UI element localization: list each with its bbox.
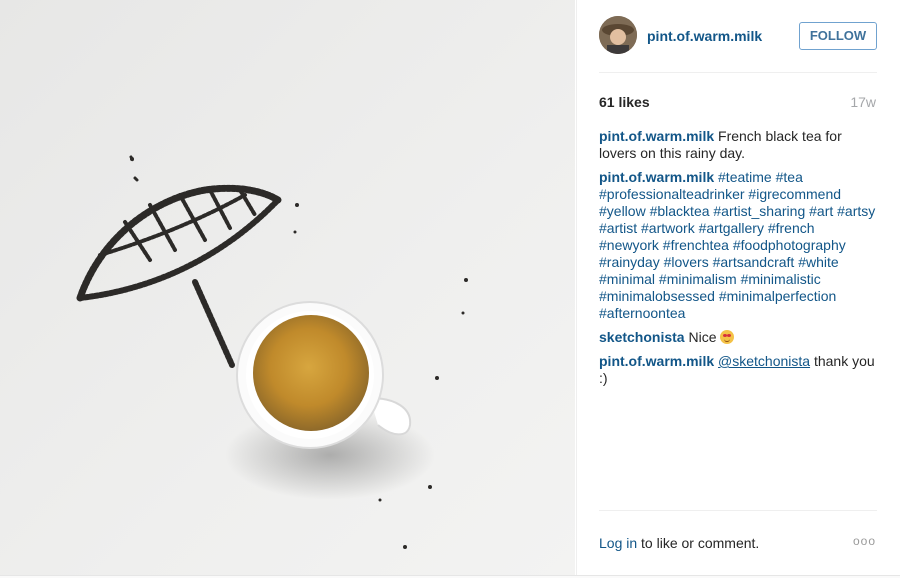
login-prompt-text: to like or comment. (641, 535, 760, 551)
author-avatar[interactable] (599, 16, 637, 54)
author-username-link[interactable]: pint.of.warm.milk (647, 28, 762, 44)
tea-photo-illustration (0, 0, 575, 575)
list-item: pint.of.warm.milk @sketchonista thank yo… (599, 353, 877, 387)
list-item: pint.of.warm.milk #teatime #tea #profess… (599, 169, 877, 322)
post-sidebar: pint.of.warm.milk FOLLOW 61 likes 17w pi… (576, 0, 900, 575)
post-card: pint.of.warm.milk FOLLOW 61 likes 17w pi… (0, 0, 900, 576)
avatar-image (599, 16, 637, 54)
follow-button[interactable]: FOLLOW (799, 22, 877, 50)
comment-username-link[interactable]: sketchonista (599, 329, 685, 345)
more-options-icon[interactable]: ooo (853, 534, 876, 548)
comment-username-link[interactable]: pint.of.warm.milk (599, 128, 714, 144)
caption: pint.of.warm.milk French black tea for l… (599, 128, 877, 162)
mention-link[interactable]: @sketchonista (718, 353, 810, 369)
post-photo[interactable] (0, 0, 575, 575)
hashtag-links[interactable]: #teatime #tea #professionalteadrinker #i… (599, 169, 875, 321)
login-prompt: Log in to like or comment. (599, 535, 759, 551)
comment-username-link[interactable]: pint.of.warm.milk (599, 353, 714, 369)
post-age[interactable]: 17w (850, 94, 876, 110)
list-item: sketchonista Nice (599, 329, 877, 346)
smiling-face-emoji-icon (720, 330, 735, 344)
comment-username-link[interactable]: pint.of.warm.milk (599, 169, 714, 185)
comment-text: Nice (688, 329, 717, 345)
comment-list: pint.of.warm.milk French black tea for l… (599, 128, 877, 498)
post-header: pint.of.warm.milk FOLLOW (599, 16, 877, 73)
likes-count[interactable]: 61 likes (599, 94, 650, 110)
divider (599, 510, 877, 511)
login-link[interactable]: Log in (599, 535, 637, 551)
